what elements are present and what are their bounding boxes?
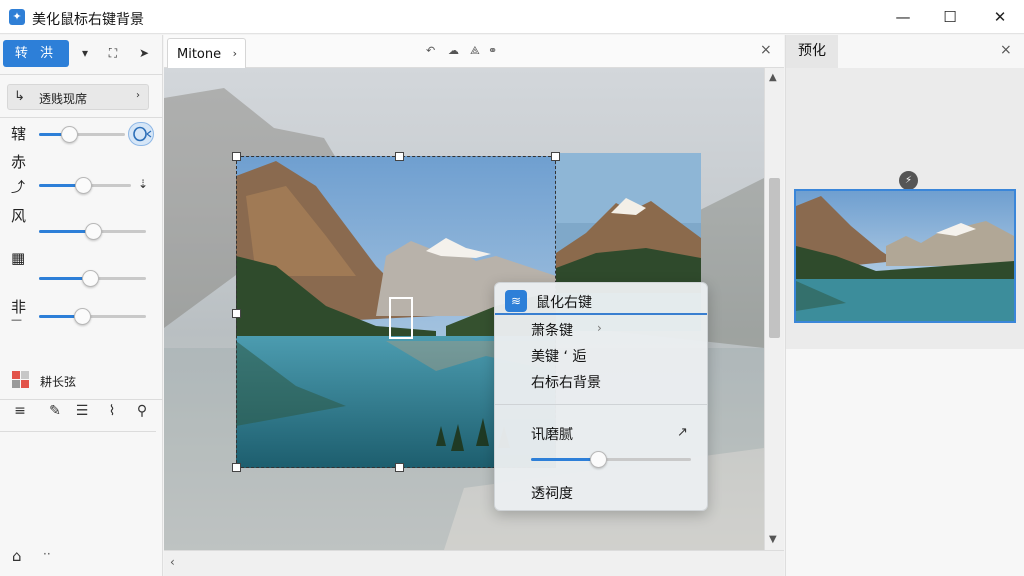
vertical-scrollbar[interactable]: ▲ ▼ xyxy=(764,68,784,550)
window-title: 美化鼠标右键背景 xyxy=(32,12,144,28)
slider-label-1: 辖 xyxy=(11,125,27,143)
curve-tool-icon: ↳ xyxy=(14,89,25,104)
slider-label-3: 风 xyxy=(11,207,27,225)
preview-panel: 预化 × ⚡ xyxy=(785,35,1024,576)
maximize-button[interactable]: ☐ xyxy=(927,0,973,34)
resize-handle[interactable] xyxy=(232,309,241,318)
chevron-right-icon: › xyxy=(232,47,237,60)
dash-icon: — xyxy=(11,313,22,326)
context-menu-header[interactable]: ≋ 鼠化右键 xyxy=(495,287,707,315)
chevron-down-icon[interactable]: ▾ xyxy=(71,40,99,67)
menu-item-1[interactable]: 萧条键 xyxy=(531,320,573,340)
pen-icon[interactable]: ✎ xyxy=(45,403,65,419)
menu-separator xyxy=(495,404,707,405)
resize-handle[interactable] xyxy=(395,152,404,161)
context-menu-title: 鼠化右键 xyxy=(536,295,592,311)
divider xyxy=(0,399,163,400)
pin-tool-icon[interactable]: ⚲ xyxy=(132,403,152,419)
dropdown-label: 透贱现席 xyxy=(39,92,88,106)
send-icon[interactable]: ➤ xyxy=(130,40,158,67)
preview-thumbnail[interactable] xyxy=(794,189,1016,323)
opacity-slider[interactable] xyxy=(531,451,691,468)
scroll-down-icon[interactable]: ▼ xyxy=(769,534,777,545)
grid-icon: ▦ xyxy=(11,249,26,267)
transparency-dropdown[interactable]: ↳ 透贱现席 › xyxy=(7,84,149,110)
resize-handle[interactable] xyxy=(232,463,241,472)
document-tab-label: Mitone xyxy=(177,47,222,62)
anchor-icon[interactable]: ⚡ xyxy=(899,171,918,190)
divider xyxy=(0,117,163,118)
share-icon[interactable]: ⟁ xyxy=(470,44,480,58)
menu-item-2[interactable]: 美键 ‘ 逅 xyxy=(531,346,586,366)
divider xyxy=(0,431,156,432)
app-logo-icon: ✦ xyxy=(9,9,25,25)
menu-item-3[interactable]: 右标右背景 xyxy=(531,372,601,392)
scroll-left-icon[interactable]: ‹ xyxy=(170,555,175,569)
cloud-icon[interactable]: ☁ xyxy=(448,44,459,57)
document-tab[interactable]: Mitone › xyxy=(167,38,246,68)
close-document-icon[interactable]: × xyxy=(760,42,772,58)
context-menu: ≋ 鼠化右键 萧条键 › 美键 ‘ 逅 右标右背景 讯磨腻 ↗ 透祠度 xyxy=(494,282,708,511)
minimize-button[interactable]: — xyxy=(880,0,926,34)
menu-app-icon: ≋ xyxy=(505,290,527,312)
link-icon[interactable]: ⚭ xyxy=(488,44,497,57)
chevron-right-icon: › xyxy=(136,90,140,101)
slider-1[interactable] xyxy=(39,126,125,143)
submenu-arrow-icon: › xyxy=(597,321,602,335)
active-tool-segment[interactable]: 转 洪 xyxy=(3,40,69,67)
tools-panel: 转 洪 ▾ ⛶ ➤ ↳ 透贱现席 › 辖 赤 ⤴ ⇣ 风 ▦ 非 — 耕长弦 ≡… xyxy=(0,35,163,576)
close-preview-icon[interactable]: × xyxy=(1000,42,1012,58)
brush-icon: ⤴ xyxy=(11,180,25,196)
slider-5[interactable] xyxy=(39,308,146,325)
lasso-tool-icon[interactable] xyxy=(128,122,154,146)
wand-icon[interactable]: ⌇ xyxy=(102,403,122,419)
menu-section-label[interactable]: 讯磨腻 xyxy=(531,424,573,444)
pin-icon[interactable]: ⇣ xyxy=(138,177,148,191)
undo-icon[interactable]: ↶ xyxy=(426,44,435,57)
divider xyxy=(0,74,163,75)
slider-4[interactable] xyxy=(39,270,146,287)
slider-3[interactable] xyxy=(39,223,146,240)
title-bar: ✦ 美化鼠标右键背景 — ☐ ✕ xyxy=(0,0,1024,34)
resize-handle[interactable] xyxy=(395,463,404,472)
close-button[interactable]: ✕ xyxy=(977,0,1023,34)
resize-handle[interactable] xyxy=(551,152,560,161)
more-icon[interactable]: ·· xyxy=(43,547,51,561)
scroll-up-icon[interactable]: ▲ xyxy=(769,72,777,83)
preview-tab[interactable]: 预化 xyxy=(786,35,838,68)
color-swatch-icon[interactable] xyxy=(12,371,29,388)
crop-icon[interactable]: ⛶ xyxy=(99,40,127,67)
swatch-label: 耕长弦 xyxy=(40,375,77,389)
stack-icon[interactable]: ☰ xyxy=(72,403,92,419)
scroll-thumb[interactable] xyxy=(769,178,780,338)
document-tab-bar: Mitone › ↶ ☁ ⟁ ⚭ × xyxy=(164,35,784,68)
move-handle[interactable] xyxy=(389,297,413,339)
horizontal-scrollbar[interactable]: ‹ xyxy=(164,550,784,576)
opacity-label: 透祠度 xyxy=(531,486,573,502)
app-window: ✦ 美化鼠标右键背景 — ☐ ✕ 转 洪 ▾ ⛶ ➤ ↳ 透贱现席 › 辖 赤 … xyxy=(0,0,1024,576)
arrow-up-right-icon[interactable]: ↗ xyxy=(677,425,688,440)
tool-strip: 转 洪 ▾ ⛶ ➤ xyxy=(3,39,160,67)
list-icon[interactable]: ≡ xyxy=(10,403,30,419)
home-icon[interactable]: ⌂ xyxy=(12,547,22,565)
resize-handle[interactable] xyxy=(232,152,241,161)
slider-label-2: 赤 xyxy=(11,153,27,171)
slider-2[interactable] xyxy=(39,177,131,194)
